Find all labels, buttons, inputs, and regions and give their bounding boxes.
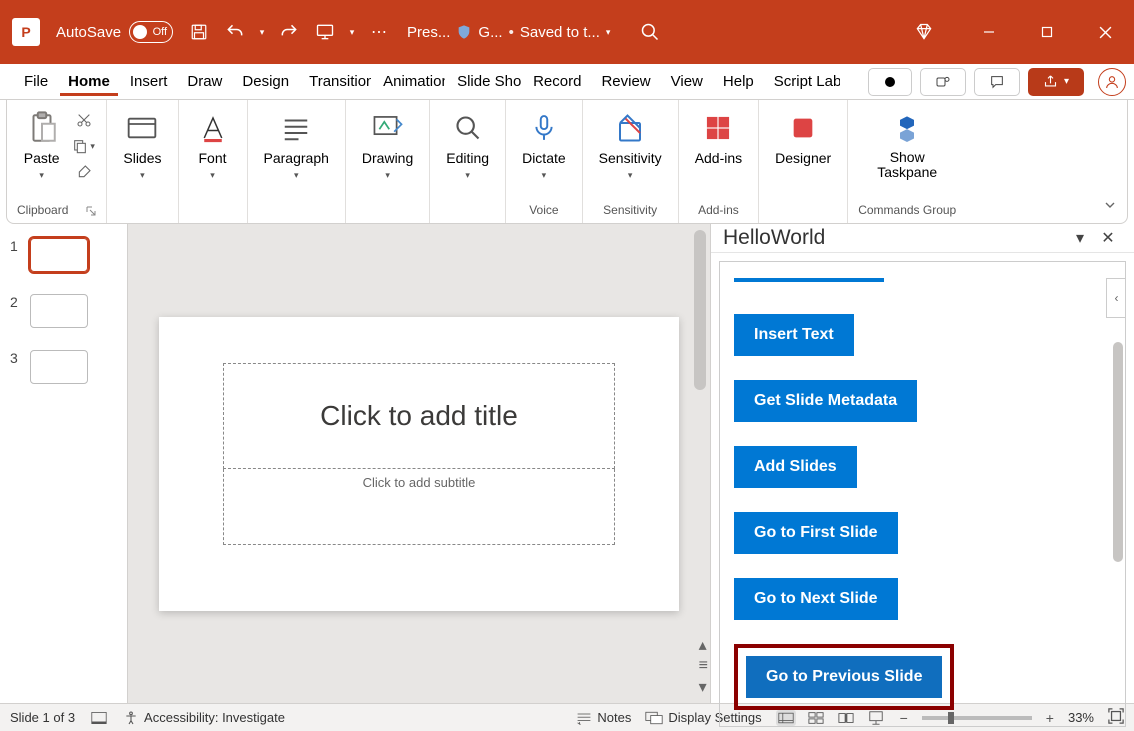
tab-file[interactable]: File — [16, 67, 56, 96]
tab-animations[interactable]: Animations — [375, 67, 445, 96]
get-slide-metadata-button[interactable]: Get Slide Metadata — [734, 380, 917, 422]
copy-icon[interactable]: ▾ — [72, 136, 96, 156]
powerpoint-app-icon: P — [12, 18, 40, 46]
designer-button[interactable]: Designer — [769, 108, 837, 168]
drawing-button[interactable]: Drawing▾ — [356, 108, 419, 183]
ribbon-group-paragraph: Paragraph▾ — [248, 100, 346, 223]
paste-button[interactable]: Paste▾ — [18, 108, 66, 183]
format-painter-icon[interactable] — [72, 162, 96, 182]
taskpane-close-icon[interactable]: ✕ — [1094, 224, 1122, 252]
notes-button[interactable]: Notes — [576, 710, 631, 725]
ribbon-group-sensitivity: Sensitivity▾ Sensitivity — [583, 100, 679, 223]
autosave-control[interactable]: AutoSave Off — [56, 21, 173, 43]
tab-help[interactable]: Help — [715, 67, 762, 96]
present-from-start-icon[interactable] — [309, 16, 341, 48]
canvas-scrollbar[interactable] — [694, 230, 706, 390]
add-slides-button[interactable]: Add Slides — [734, 446, 857, 488]
redo-icon[interactable] — [273, 16, 305, 48]
thumbnail-3[interactable]: 3 — [10, 350, 117, 384]
undo-dropdown-icon[interactable]: ▾ — [255, 16, 269, 48]
search-icon[interactable] — [634, 16, 666, 48]
editing-button[interactable]: Editing▾ — [440, 108, 495, 183]
taskpane-scrollbar[interactable] — [1113, 342, 1123, 562]
ribbon-group-clipboard: Paste▾ ▾ Clipboard — [7, 100, 107, 223]
sensitivity-button[interactable]: Sensitivity▾ — [593, 108, 668, 183]
accessibility-button[interactable]: Accessibility: Investigate — [123, 710, 285, 726]
slide-canvas-area: Click to add title Click to add subtitle… — [128, 224, 710, 703]
save-icon[interactable] — [183, 16, 215, 48]
dictate-button[interactable]: Dictate▾ — [516, 108, 572, 183]
shield-icon — [456, 24, 472, 40]
account-name[interactable]: G... — [478, 24, 502, 41]
title-placeholder[interactable]: Click to add title — [223, 363, 615, 469]
slides-button[interactable]: Slides▾ — [117, 108, 167, 183]
save-status[interactable]: Saved to t... — [520, 24, 600, 41]
ribbon-group-voice: Dictate▾ Voice — [506, 100, 583, 223]
close-button[interactable] — [1076, 8, 1134, 56]
cut-icon[interactable] — [72, 110, 96, 130]
tab-scriptlab[interactable]: Script Lab — [766, 67, 840, 96]
slide-thumbnail-panel: 1 2 3 — [0, 224, 128, 703]
undo-icon[interactable] — [219, 16, 251, 48]
tab-design[interactable]: Design — [234, 67, 297, 96]
go-to-previous-slide-button[interactable]: Go to Previous Slide — [746, 656, 942, 698]
teams-share-button[interactable] — [920, 68, 966, 96]
taskpane-dropdown-icon[interactable]: ▾ — [1066, 224, 1094, 252]
tab-transitions[interactable]: Transitions — [301, 67, 371, 96]
taskpane-partial-button[interactable] — [734, 278, 884, 282]
ribbon-collapse-icon[interactable] — [1103, 198, 1117, 217]
tab-home[interactable]: Home — [60, 67, 118, 96]
ribbon-group-addins: Add-ins Add-ins — [679, 100, 759, 223]
present-dropdown-icon[interactable]: ▾ — [345, 16, 359, 48]
ribbon-group-font: Font▾ — [179, 100, 248, 223]
ribbon-group-editing: Editing▾ — [430, 100, 506, 223]
go-to-previous-slide-highlight: Go to Previous Slide — [734, 644, 954, 710]
taskpane-expand-tab[interactable]: ‹ — [1106, 278, 1126, 318]
taskpane-title: HelloWorld — [723, 226, 1066, 250]
minimize-button[interactable] — [960, 8, 1018, 56]
document-name[interactable]: Pres... — [407, 24, 450, 41]
show-taskpane-button[interactable]: ShowTaskpane — [871, 108, 943, 183]
tab-view[interactable]: View — [663, 67, 711, 96]
tab-record[interactable]: Record — [525, 67, 589, 96]
slide[interactable]: Click to add title Click to add subtitle — [159, 317, 679, 611]
document-title-area: Pres... G... • Saved to t... ▾ — [407, 24, 610, 41]
comments-button[interactable] — [974, 68, 1020, 96]
zoom-slider[interactable] — [922, 716, 1032, 720]
paragraph-button[interactable]: Paragraph▾ — [258, 108, 335, 183]
workspace: 1 2 3 Click to add title Click to add su… — [0, 224, 1134, 703]
autosave-label: AutoSave — [56, 24, 121, 41]
thumbnail-2[interactable]: 2 — [10, 294, 117, 328]
insert-text-button[interactable]: Insert Text — [734, 314, 854, 356]
maximize-button[interactable] — [1018, 8, 1076, 56]
go-to-first-slide-button[interactable]: Go to First Slide — [734, 512, 898, 554]
share-button[interactable]: ▾ — [1028, 68, 1084, 96]
slide-counter[interactable]: Slide 1 of 3 — [10, 710, 75, 725]
language-button[interactable] — [91, 711, 107, 725]
ribbon-group-commands: ShowTaskpane Commands Group — [848, 100, 966, 223]
font-button[interactable]: Font▾ — [189, 108, 237, 183]
ribbon-group-drawing: Drawing▾ — [346, 100, 430, 223]
tab-slideshow[interactable]: Slide Show — [449, 67, 521, 96]
subtitle-placeholder[interactable]: Click to add subtitle — [223, 469, 615, 545]
tab-draw[interactable]: Draw — [179, 67, 230, 96]
tab-insert[interactable]: Insert — [122, 67, 176, 96]
record-pill-button[interactable] — [868, 68, 912, 96]
autosave-toggle[interactable]: Off — [129, 21, 173, 43]
ribbon: Paste▾ ▾ Clipboard Slides▾ Font▾ Parag — [6, 100, 1128, 224]
account-avatar[interactable] — [1098, 68, 1126, 96]
qat-more-icon[interactable]: ⋯ — [363, 16, 395, 48]
slide-nav-arrows[interactable]: ▴≡▾ — [699, 635, 708, 697]
clipboard-dialog-launcher-icon[interactable] — [86, 206, 96, 216]
task-pane: HelloWorld ▾ ✕ ‹ Insert Text Get Slide M… — [710, 224, 1134, 703]
ribbon-tabs: File Home Insert Draw Design Transitions… — [0, 64, 1134, 100]
tab-review[interactable]: Review — [593, 67, 658, 96]
diamond-premium-icon[interactable] — [908, 16, 940, 48]
go-to-next-slide-button[interactable]: Go to Next Slide — [734, 578, 898, 620]
title-bar: P AutoSave Off ▾ ▾ ⋯ Pres... G... • Save… — [0, 0, 1134, 64]
ribbon-group-slides: Slides▾ — [107, 100, 178, 223]
addins-button[interactable]: Add-ins — [689, 108, 748, 168]
thumbnail-1[interactable]: 1 — [10, 238, 117, 272]
ribbon-group-designer: Designer — [759, 100, 848, 223]
